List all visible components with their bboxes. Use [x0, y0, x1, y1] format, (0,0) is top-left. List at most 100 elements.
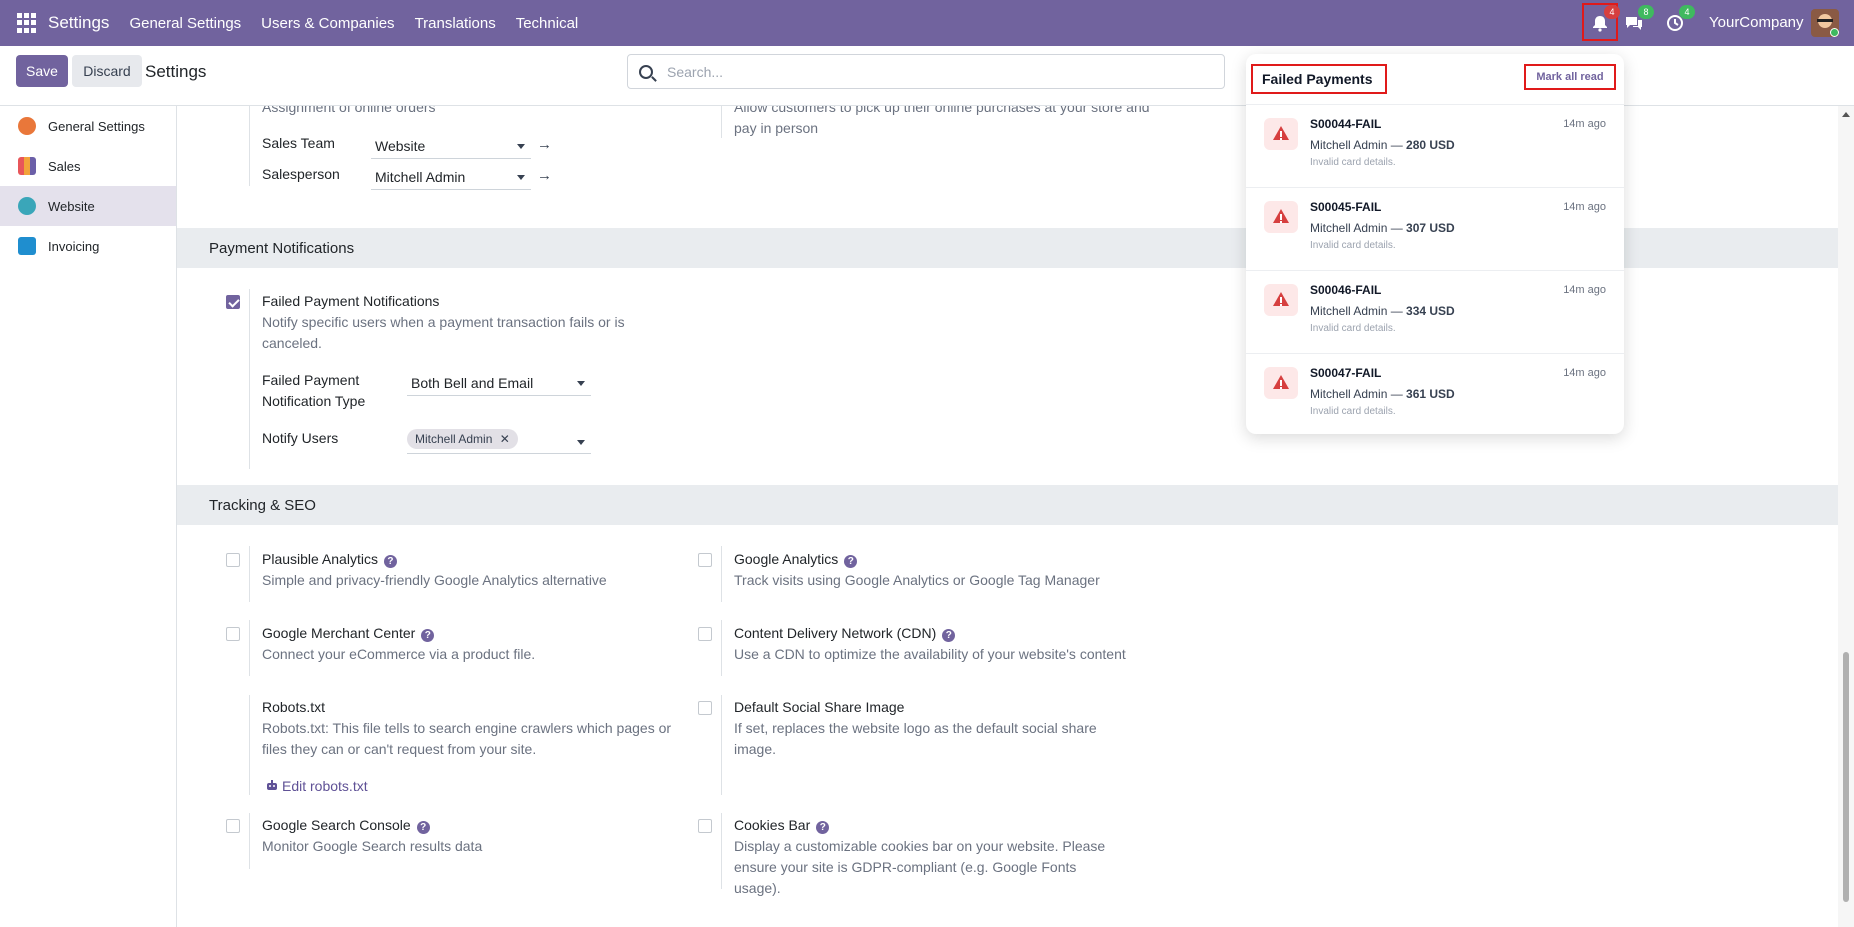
google-merchant-center-desc: Connect your eCommerce via a product fil… [262, 646, 536, 662]
notification-ref: S00045-FAIL [1310, 200, 1382, 214]
search-bar[interactable] [627, 54, 1225, 89]
cdn-desc: Use a CDN to optimize the availability o… [734, 646, 1126, 662]
google-merchant-center-checkbox[interactable] [226, 627, 240, 641]
default-social-share-image-checkbox[interactable] [698, 701, 712, 715]
sidebar-item-label: Website [48, 198, 95, 214]
sidebar-item-label: General Settings [48, 118, 145, 134]
cdn-checkbox[interactable] [698, 627, 712, 641]
activity-clock-icon[interactable]: 4 [1664, 5, 1695, 34]
search-icon [639, 64, 653, 79]
menu-users-companies[interactable]: Users & Companies [261, 15, 394, 32]
google-merchant-center-title: Google Merchant Center? [262, 625, 435, 642]
sales-app-icon [18, 157, 36, 175]
google-search-console-checkbox[interactable] [226, 819, 240, 833]
sales-team-select[interactable]: Website [371, 133, 531, 159]
notification-type-select[interactable]: Both Bell and Email [407, 370, 591, 396]
invoicing-app-icon [18, 237, 36, 255]
website-app-icon [18, 197, 36, 215]
help-icon[interactable]: ? [383, 555, 397, 568]
discard-button[interactable]: Discard [72, 55, 142, 87]
user-tag-label: Mitchell Admin [415, 432, 493, 446]
setting-divider [249, 289, 250, 469]
salesperson-value: Mitchell Admin [375, 169, 466, 185]
open-record-arrow-icon[interactable]: → [537, 136, 552, 153]
bell-icon[interactable]: 4 [1589, 5, 1620, 34]
help-icon[interactable]: ? [942, 629, 956, 642]
menu-technical[interactable]: Technical [516, 15, 579, 32]
notification-user: Mitchell Admin — [1310, 138, 1407, 152]
cookies-bar-title: Cookies Bar? [734, 817, 830, 834]
sidebar-item-sales[interactable]: Sales [0, 146, 176, 186]
menu-general-settings[interactable]: General Settings [129, 15, 241, 32]
sidebar-item-invoicing[interactable]: Invoicing [0, 226, 176, 266]
warning-icon [1264, 367, 1298, 399]
sidebar-item-website[interactable]: Website [0, 186, 176, 226]
notification-reason: Invalid card details. [1310, 240, 1396, 251]
bell-badge: 4 [1604, 5, 1620, 19]
notification-type-label-line2: Notification Type [262, 393, 366, 409]
scrollbar-thumb[interactable] [1843, 652, 1849, 902]
user-avatar[interactable] [1811, 9, 1839, 37]
setting-title-text: Cookies Bar [734, 817, 811, 833]
google-analytics-desc: Track visits using Google Analytics or G… [734, 572, 1100, 588]
notification-user: Mitchell Admin — [1310, 387, 1407, 401]
setting-description: Assignment of online orders [262, 106, 436, 115]
setting-title-text: Google Analytics [734, 551, 839, 567]
save-button[interactable]: Save [16, 55, 68, 87]
notification-item[interactable]: S00046-FAIL 14m ago Mitchell Admin — 334… [1246, 271, 1624, 354]
remove-tag-icon[interactable]: ✕ [500, 432, 510, 446]
setting-divider [721, 106, 722, 138]
setting-divider [721, 546, 722, 602]
notification-time: 14m ago [1563, 284, 1606, 296]
scroll-up-arrow-icon[interactable] [1842, 112, 1850, 117]
mark-all-read-button[interactable]: Mark all read [1524, 64, 1616, 90]
sidebar-item-general-settings[interactable]: General Settings [0, 106, 176, 146]
main-scrollbar[interactable] [1838, 106, 1854, 927]
setting-divider [249, 106, 250, 186]
notification-user-amount: Mitchell Admin — 307 USD [1310, 221, 1455, 235]
activity-badge: 4 [1679, 5, 1695, 19]
company-switcher[interactable]: YourCompany [1709, 14, 1804, 31]
sales-team-label: Sales Team [262, 135, 335, 151]
help-icon[interactable]: ? [844, 555, 858, 568]
app-title[interactable]: Settings [48, 13, 109, 33]
section-tracking-seo: Tracking & SEO [177, 485, 1838, 525]
plausible-analytics-title: Plausible Analytics? [262, 551, 397, 568]
plausible-analytics-checkbox[interactable] [226, 553, 240, 567]
apps-grid-icon[interactable] [17, 13, 37, 33]
help-icon[interactable]: ? [816, 821, 830, 834]
notification-item[interactable]: S00047-FAIL 14m ago Mitchell Admin — 361… [1246, 354, 1624, 437]
notification-type-value: Both Bell and Email [411, 375, 534, 391]
setting-divider [721, 620, 722, 676]
notification-amount: 361 USD [1406, 387, 1455, 401]
notification-user: Mitchell Admin — [1310, 221, 1407, 235]
help-icon[interactable]: ? [416, 821, 430, 834]
failed-payment-notifications-checkbox[interactable] [226, 295, 240, 309]
setting-divider [721, 695, 722, 795]
chevron-down-icon [517, 144, 525, 149]
setting-divider [249, 813, 250, 869]
notify-users-label: Notify Users [262, 430, 339, 446]
robot-icon [267, 780, 277, 790]
sales-team-value: Website [375, 138, 426, 154]
help-icon[interactable]: ? [421, 629, 435, 642]
salesperson-select[interactable]: Mitchell Admin [371, 164, 531, 190]
setting-title-text: Plausible Analytics [262, 551, 378, 567]
notification-user-amount: Mitchell Admin — 280 USD [1310, 138, 1455, 152]
google-analytics-checkbox[interactable] [698, 553, 712, 567]
search-input[interactable] [667, 63, 1207, 80]
chat-icon[interactable]: 8 [1623, 5, 1654, 34]
cookies-bar-checkbox[interactable] [698, 819, 712, 833]
top-navbar: Settings General Settings Users & Compan… [0, 0, 1854, 46]
open-record-arrow-icon[interactable]: → [537, 167, 552, 184]
menu-translations[interactable]: Translations [415, 15, 496, 32]
edit-robots-txt-link[interactable]: Edit robots.txt [266, 778, 368, 794]
chevron-down-icon [517, 175, 525, 180]
notification-item[interactable]: S00044-FAIL 14m ago Mitchell Admin — 280… [1246, 105, 1624, 188]
notification-user-amount: Mitchell Admin — 334 USD [1310, 304, 1455, 318]
notification-item[interactable]: S00045-FAIL 14m ago Mitchell Admin — 307… [1246, 188, 1624, 271]
setting-title-text: Google Merchant Center [262, 625, 416, 641]
warning-icon [1264, 201, 1298, 233]
notification-time: 14m ago [1563, 118, 1606, 130]
notification-ref: S00046-FAIL [1310, 283, 1382, 297]
